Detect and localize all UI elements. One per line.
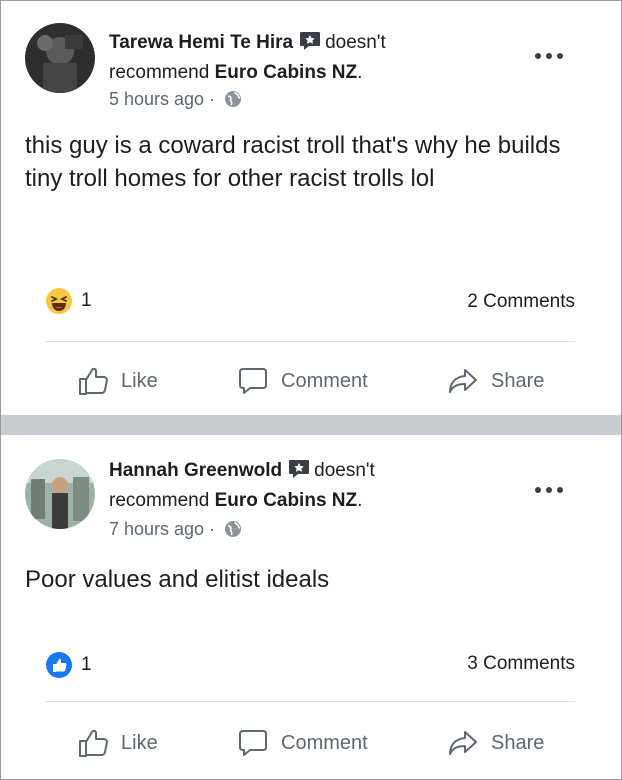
review-post: Hannah Greenwold doesn't recommend Euro C…	[1, 435, 621, 779]
time-text[interactable]: 5 hours ago	[109, 89, 204, 109]
like-thumb-icon	[46, 652, 72, 678]
page-name-link[interactable]: Euro Cabins NZ	[215, 490, 358, 511]
recommend-verb: doesn't	[314, 460, 375, 481]
more-options-button[interactable]	[535, 51, 565, 61]
action-bar: Like Comment Share	[1, 361, 621, 401]
comment-button[interactable]: Comment	[237, 361, 368, 401]
time-separator: ·	[209, 519, 216, 539]
post-header: Hannah Greenwold doesn't	[109, 459, 529, 483]
page-name-link[interactable]: Euro Cabins NZ	[215, 62, 358, 83]
thumbs-up-icon	[79, 729, 108, 757]
post-header-line-2: recommend Euro Cabins NZ.	[109, 489, 529, 513]
thumbs-up-icon	[79, 367, 108, 395]
dot-icon	[557, 487, 563, 493]
review-post: Tarewa Hemi Te Hira doesn't recommend Eur…	[1, 1, 621, 415]
comment-label: Comment	[281, 731, 368, 754]
reactions-summary[interactable]: 1	[45, 287, 92, 315]
divider	[45, 701, 575, 702]
like-label: Like	[121, 731, 158, 754]
recommend-verb: doesn't	[325, 32, 386, 53]
globe-icon	[225, 91, 242, 107]
like-label: Like	[121, 369, 158, 392]
comments-count-link[interactable]: 3 Comments	[467, 653, 575, 675]
period: .	[357, 490, 363, 511]
author-name[interactable]: Tarewa Hemi Te Hira	[109, 32, 293, 53]
avatar[interactable]	[25, 23, 95, 93]
action-bar: Like Comment Share	[1, 723, 621, 763]
recommend-prefix: recommend	[109, 490, 210, 511]
divider	[45, 341, 575, 342]
like-button[interactable]: Like	[77, 361, 158, 401]
time-separator: ·	[209, 89, 216, 109]
author-name[interactable]: Hannah Greenwold	[109, 460, 282, 481]
feed-divider	[1, 415, 621, 435]
recommend-prefix: recommend	[109, 62, 210, 83]
share-label: Share	[491, 731, 545, 754]
dot-icon	[535, 487, 541, 493]
recommendation-badge-icon	[289, 460, 310, 478]
time-text[interactable]: 7 hours ago	[109, 519, 204, 539]
timestamp: 7 hours ago ·	[109, 519, 242, 540]
post-text: Poor values and elitist ideals	[25, 566, 330, 593]
comment-label: Comment	[281, 369, 368, 392]
comment-bubble-icon	[239, 730, 267, 756]
post-text: this guy is a coward racist troll that's…	[25, 132, 561, 192]
share-label: Share	[491, 369, 545, 392]
share-arrow-icon	[449, 731, 477, 755]
reactions-summary[interactable]: 1	[45, 651, 92, 679]
share-button[interactable]: Share	[447, 361, 544, 401]
dot-icon	[535, 53, 541, 59]
share-button[interactable]: Share	[447, 723, 544, 763]
globe-icon	[225, 521, 242, 537]
post-header-line-2: recommend Euro Cabins NZ.	[109, 61, 529, 85]
recommendation-badge-icon	[300, 32, 321, 50]
more-options-button[interactable]	[535, 485, 565, 495]
period: .	[357, 62, 363, 83]
reaction-count: 1	[81, 654, 92, 675]
avatar[interactable]	[25, 459, 95, 529]
timestamp: 5 hours ago ·	[109, 89, 242, 110]
comment-button[interactable]: Comment	[237, 723, 368, 763]
dot-icon	[546, 53, 552, 59]
comments-count-link[interactable]: 2 Comments	[467, 291, 575, 313]
dot-icon	[546, 487, 552, 493]
share-arrow-icon	[449, 369, 477, 393]
comment-bubble-icon	[239, 368, 267, 394]
post-header: Tarewa Hemi Te Hira doesn't	[109, 31, 529, 55]
like-button[interactable]: Like	[77, 723, 158, 763]
reaction-count: 1	[81, 290, 92, 311]
dot-icon	[557, 53, 563, 59]
laugh-haha-icon	[46, 288, 72, 314]
